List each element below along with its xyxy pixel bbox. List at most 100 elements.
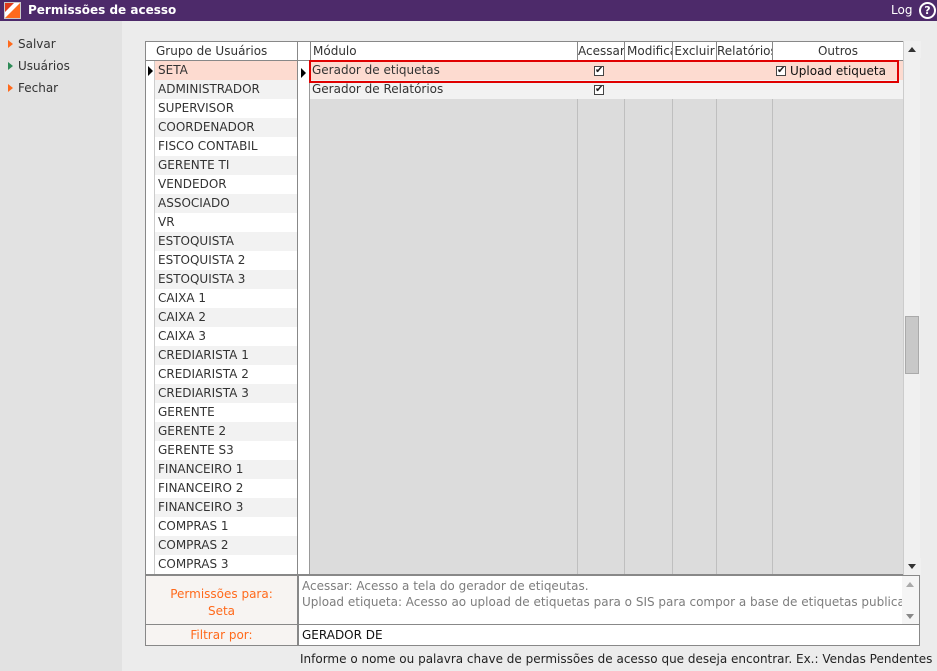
current-row-arrow-icon (301, 68, 306, 78)
module-name: Gerador de Relatórios (312, 82, 444, 96)
scroll-up-icon[interactable] (904, 41, 921, 58)
row-selector[interactable] (146, 441, 155, 460)
current-row-arrow-icon (148, 66, 153, 76)
users-button[interactable]: Usuários (8, 59, 70, 75)
row-selector[interactable] (146, 270, 155, 289)
group-row[interactable]: FINANCEIRO 1 (155, 460, 297, 479)
sidebar: Salvar Usuários Fechar (0, 21, 122, 671)
modules-grid: Módulo Acessar Modificar Excluir Relatór… (297, 41, 920, 575)
scroll-down-icon[interactable] (906, 614, 914, 619)
group-row[interactable]: GERENTE S3 (155, 441, 297, 460)
group-row[interactable]: COMPRAS 1 (155, 517, 297, 536)
scroll-up-icon[interactable] (906, 582, 914, 587)
group-row[interactable]: ESTOQUISTA 2 (155, 251, 297, 270)
close-button[interactable]: Fechar (8, 81, 58, 97)
permissions-for-panel: Permissões para: Seta (145, 575, 298, 625)
row-selector[interactable] (146, 422, 155, 441)
row-selector[interactable] (146, 460, 155, 479)
module-row[interactable]: Gerador de etiquetas ✔ ✔ Upload etiqueta (310, 61, 903, 80)
row-selector[interactable] (146, 498, 155, 517)
save-button[interactable]: Salvar (8, 37, 56, 53)
scroll-down-icon[interactable] (904, 558, 921, 575)
module-name: Gerador de etiquetas (312, 63, 440, 77)
upload-etiqueta-checkbox[interactable]: ✔ (776, 66, 786, 76)
window-title: Permissões de acesso (28, 3, 177, 17)
group-row[interactable]: GERENTE 2 (155, 422, 297, 441)
col-relatorios[interactable]: Relatórios (716, 42, 772, 60)
row-selector[interactable] (146, 118, 155, 137)
vertical-scrollbar[interactable] (903, 41, 921, 575)
group-row[interactable]: COMPRAS 2 (155, 536, 297, 555)
row-selector[interactable] (146, 308, 155, 327)
app-logo-icon (4, 2, 21, 19)
col-modificar[interactable]: Modificar (624, 42, 672, 60)
row-selector[interactable] (146, 232, 155, 251)
group-row[interactable]: CAIXA 3 (155, 327, 297, 346)
row-selector[interactable] (146, 137, 155, 156)
acessar-checkbox[interactable]: ✔ (594, 66, 604, 76)
row-selector[interactable] (146, 365, 155, 384)
group-row[interactable]: CAIXA 1 (155, 289, 297, 308)
row-selector[interactable] (146, 61, 155, 80)
upload-etiqueta-label: Upload etiqueta (790, 64, 886, 78)
group-row[interactable]: CAIXA 2 (155, 308, 297, 327)
row-selector[interactable] (146, 99, 155, 118)
row-selector[interactable] (146, 346, 155, 365)
group-row[interactable]: ASSOCIADO (155, 194, 297, 213)
col-excluir[interactable]: Excluir (672, 42, 716, 60)
row-selector[interactable] (146, 517, 155, 536)
group-row[interactable]: CREDIARISTA 1 (155, 346, 297, 365)
row-selector[interactable] (146, 175, 155, 194)
group-row[interactable]: GERENTE TI (155, 156, 297, 175)
row-selector[interactable] (146, 194, 155, 213)
arrow-right-icon (8, 84, 13, 92)
row-selector[interactable] (146, 251, 155, 270)
row-selector[interactable] (146, 327, 155, 346)
group-row[interactable]: SUPERVISOR (155, 99, 297, 118)
group-row[interactable]: CREDIARISTA 3 (155, 384, 297, 403)
group-row[interactable]: GERENTE (155, 403, 297, 422)
group-row[interactable]: FINANCEIRO 3 (155, 498, 297, 517)
row-selector[interactable] (146, 213, 155, 232)
group-row[interactable]: ESTOQUISTA (155, 232, 297, 251)
group-row[interactable]: VR (155, 213, 297, 232)
col-outros[interactable]: Outros (772, 42, 903, 60)
row-selector[interactable] (146, 536, 155, 555)
row-selector[interactable] (146, 289, 155, 308)
header-spacer (298, 42, 310, 60)
group-row[interactable]: COMPRAS 3 (155, 555, 297, 574)
module-row[interactable]: Gerador de Relatórios ✔ (310, 80, 903, 99)
group-row[interactable]: SETA (155, 61, 297, 80)
filter-label: Filtrar por: (145, 625, 298, 646)
close-label: Fechar (18, 81, 59, 95)
row-selector[interactable] (146, 384, 155, 403)
description-line: Upload etiqueta: Acesso ao upload de eti… (302, 595, 915, 609)
row-selector[interactable] (146, 479, 155, 498)
group-row[interactable]: ESTOQUISTA 3 (155, 270, 297, 289)
arrow-right-icon (8, 62, 13, 70)
group-row[interactable]: VENDEDOR (155, 175, 297, 194)
modules-header: Módulo Acessar Modificar Excluir Relatór… (298, 42, 903, 61)
row-selector[interactable] (146, 403, 155, 422)
column-divider (672, 61, 673, 574)
filter-hint: Informe o nome ou palavra chave de permi… (300, 652, 933, 666)
user-groups-table: Grupo de Usuários SETA ADMINISTRADOR SUPER… (145, 41, 297, 575)
row-selector[interactable] (146, 156, 155, 175)
description-scrollbar[interactable] (902, 576, 919, 624)
col-acessar[interactable]: Acessar (577, 42, 624, 60)
log-link[interactable]: Log (891, 3, 912, 17)
scroll-thumb[interactable] (905, 316, 919, 374)
group-row[interactable]: COORDENADOR (155, 118, 297, 137)
group-row[interactable]: CREDIARISTA 2 (155, 365, 297, 384)
column-divider (624, 61, 625, 574)
col-modulo[interactable]: Módulo (310, 42, 577, 60)
row-selector[interactable] (146, 555, 155, 574)
acessar-checkbox[interactable]: ✔ (594, 85, 604, 95)
row-selector-column (298, 61, 310, 574)
group-row[interactable]: ADMINISTRADOR (155, 80, 297, 99)
group-row[interactable]: FISCO CONTABIL (155, 137, 297, 156)
group-row[interactable]: FINANCEIRO 2 (155, 479, 297, 498)
help-icon[interactable]: ? (919, 2, 936, 19)
row-selector[interactable] (146, 80, 155, 99)
filter-input[interactable]: GERADOR DE (298, 625, 920, 646)
